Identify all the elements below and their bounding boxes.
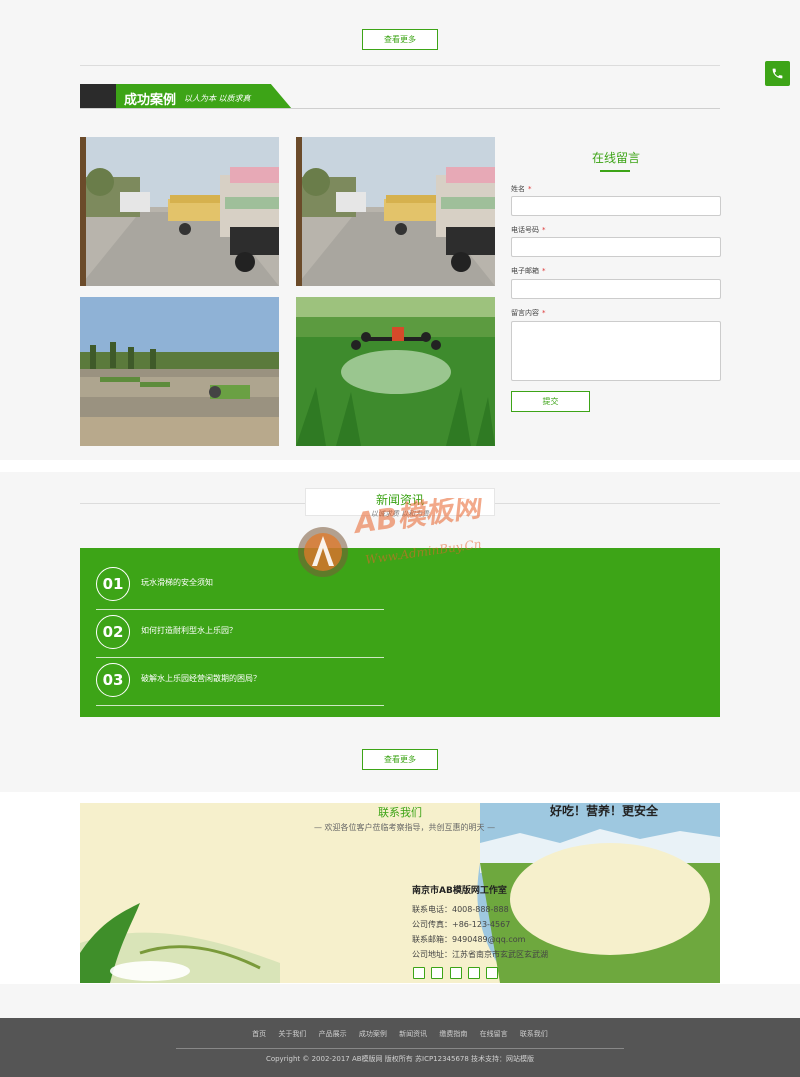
contact-subtitle: — 欢迎各位客户莅临考察指导，共创互惠的明天 — <box>314 823 496 832</box>
case-photo-rice-paddy[interactable] <box>80 297 279 446</box>
phone-field[interactable] <box>511 237 721 257</box>
email-field[interactable] <box>511 279 721 299</box>
message-textarea[interactable] <box>511 321 721 381</box>
twitter-icon[interactable] <box>431 967 443 979</box>
section-separator <box>0 460 800 472</box>
phone-label: 电话号码 * <box>511 226 546 234</box>
cases-divider <box>80 108 720 109</box>
footer-link-home[interactable]: 首页 <box>252 1030 266 1038</box>
case-photo-trucks-1[interactable] <box>80 137 279 286</box>
cases-title: 成功案例 <box>124 93 177 108</box>
news-item-title[interactable]: 玩水滑梯的安全须知 <box>141 577 213 588</box>
phone-icon <box>772 68 783 79</box>
watermark-logo: AB模板网 Www.AdminBuy.Cn <box>296 489 516 578</box>
footer-link-contact[interactable]: 联系我们 <box>520 1030 548 1038</box>
weibo-icon[interactable] <box>450 967 462 979</box>
case-photo-trucks-2[interactable] <box>296 137 495 286</box>
name-field[interactable] <box>511 196 721 216</box>
message-form-title: 在线留言 <box>591 151 640 165</box>
footer-link-message[interactable]: 在线留言 <box>480 1030 508 1038</box>
submit-button[interactable]: 提交 <box>511 391 590 412</box>
rice-paddy-image <box>80 297 279 446</box>
news-item-title[interactable]: 破解水上乐园经营闲散期的困局？ <box>141 673 261 684</box>
contact-address: 公司地址：江苏省南京市玄武区玄武湖 <box>412 950 548 959</box>
trucks-image <box>296 137 495 286</box>
drone-spraying-image <box>296 297 495 446</box>
top-divider <box>80 65 720 66</box>
cases-slogan: 以人为本 以质求真 <box>184 94 251 103</box>
video-icon[interactable] <box>486 967 498 979</box>
contact-phone: 联系电话：4008-888-888 <box>412 905 509 914</box>
name-label: 姓名 * <box>511 185 532 193</box>
contact-email: 联系邮箱：9490489@qq.com <box>412 935 526 944</box>
footer-nav: 首页 关于我们 产品展示 成功案例 新闻资讯 缴费指南 在线留言 联系我们 <box>0 1029 800 1039</box>
case-photo-drone[interactable] <box>296 297 495 446</box>
svg-text:AB模板网: AB模板网 <box>350 498 486 540</box>
cases-heading: 成功案例 以人为本 以质求真 <box>80 84 720 109</box>
footer-link-payment[interactable]: 缴费指南 <box>439 1030 467 1038</box>
top-more-button[interactable]: 查看更多 <box>362 29 438 50</box>
facebook-icon[interactable] <box>413 967 425 979</box>
footer-divider <box>176 1048 624 1049</box>
news-number: 01 <box>96 567 130 601</box>
footer: 首页 关于我们 产品展示 成功案例 新闻资讯 缴费指南 在线留言 联系我们 Co… <box>0 1018 800 1077</box>
footer-link-news[interactable]: 新闻资讯 <box>399 1030 427 1038</box>
company-name: 南京市AB模版网工作室 <box>412 886 507 896</box>
footer-copyright: Copyright © 2002-2017 AB模版网 版权所有 苏ICP123… <box>265 1055 535 1063</box>
cases-heading-dark-tab <box>80 84 116 109</box>
news-item[interactable]: 02 如何打造耐利型水上乐园？ <box>96 610 384 658</box>
footer-link-cases[interactable]: 成功案例 <box>359 1030 387 1038</box>
trucks-image <box>80 137 279 286</box>
news-number: 03 <box>96 663 130 697</box>
message-form-title-underline <box>600 170 630 172</box>
news-more-button[interactable]: 查看更多 <box>362 749 438 770</box>
wechat-icon[interactable] <box>468 967 480 979</box>
email-label: 电子邮箱 * <box>511 267 546 275</box>
news-item-title[interactable]: 如何打造耐利型水上乐园？ <box>141 625 237 636</box>
floating-phone-button[interactable] <box>765 61 790 86</box>
news-number: 02 <box>96 615 130 649</box>
footer-link-about[interactable]: 关于我们 <box>278 1030 306 1038</box>
footer-link-products[interactable]: 产品展示 <box>319 1030 347 1038</box>
contact-banner: 好吃！营养！更安全 联系我们 — 欢迎各位客户莅临考察指导，共创互惠的明天 — … <box>80 803 720 983</box>
svg-text:Www.AdminBuy.Cn: Www.AdminBuy.Cn <box>364 537 482 567</box>
news-item[interactable]: 03 破解水上乐园经营闲散期的困局？ <box>96 658 384 706</box>
message-label: 留言内容 * <box>511 309 546 317</box>
contact-fax: 公司传真：+86-123-4567 <box>412 920 511 929</box>
contact-title: 联系我们 <box>378 806 422 819</box>
